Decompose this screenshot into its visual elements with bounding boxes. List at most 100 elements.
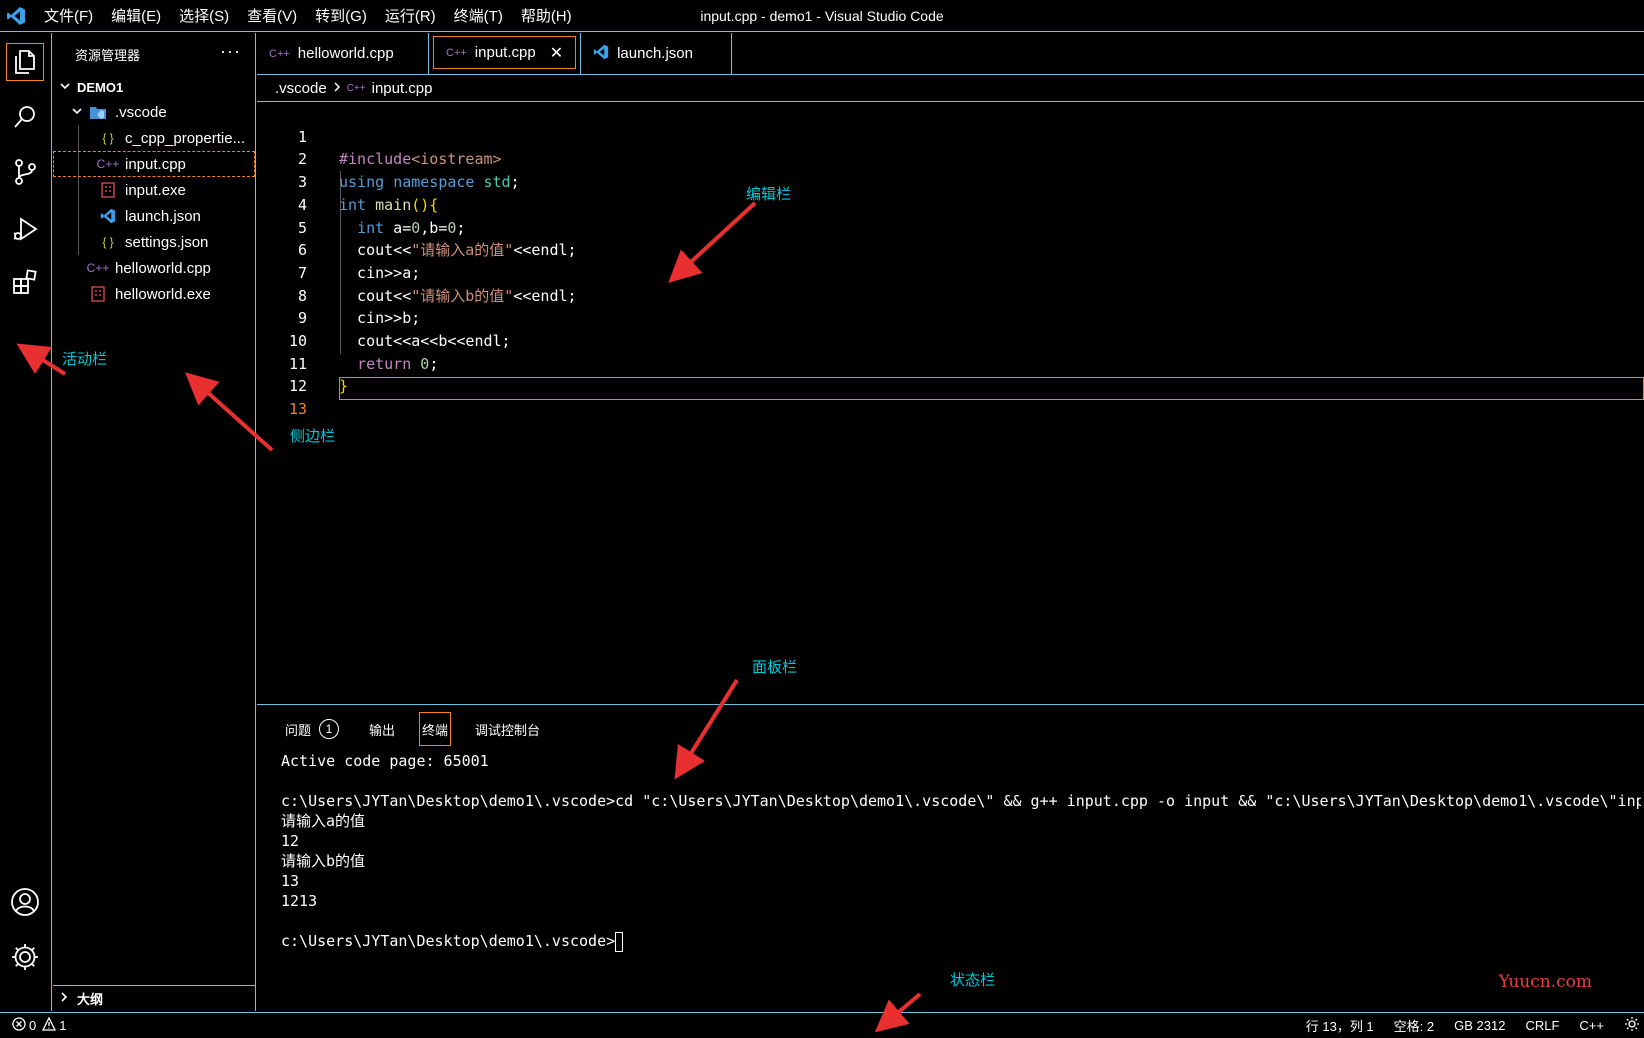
status-bar: 0 1 行 13，列 1 空格: 2 GB 2312 CRLF C++ [0, 1012, 1644, 1038]
account-icon[interactable] [6, 883, 44, 921]
tab-problems[interactable]: 问题 1 [283, 712, 341, 746]
outline-section[interactable]: 大纲 [53, 985, 255, 1011]
problem-count-badge: 1 [319, 719, 340, 739]
chevron-right-icon [59, 991, 69, 1006]
binary-file-icon [99, 181, 117, 199]
more-actions-icon[interactable]: ··· [220, 41, 241, 62]
binary-file-icon [89, 285, 107, 303]
code-text: using namespace std; [339, 173, 520, 192]
tree-item-launch-json[interactable]: launch.json [53, 203, 255, 229]
tree-folder-vscode[interactable]: .vscode [53, 99, 255, 125]
code-text: cout<<a<<b<<endl; [339, 332, 511, 350]
activity-bar [0, 33, 52, 1011]
code-line: 11 } [257, 330, 348, 396]
vscode-icon [99, 207, 117, 225]
tree-item-input-cpp[interactable]: C++ input.cpp [53, 151, 255, 177]
line-number: 13 [288, 400, 307, 419]
tree-item-settings-json[interactable]: { } settings.json [53, 229, 255, 255]
menu-view[interactable]: 查看(V) [247, 5, 297, 26]
code-line: 8 cin>>b; [257, 262, 420, 328]
code-line: 13 [257, 375, 307, 418]
menu-run[interactable]: 运行(R) [385, 5, 436, 26]
workspace-folder[interactable]: DEMO1 [53, 75, 255, 99]
tab-input-cpp[interactable]: C++ input.cpp ✕ [433, 36, 577, 69]
close-icon[interactable]: ✕ [550, 43, 563, 63]
end-of-line[interactable]: CRLF [1525, 1018, 1559, 1033]
panel-tab-label: 问题 [285, 722, 312, 738]
cpp-file-icon: C++ [446, 46, 467, 59]
tab-launch-json[interactable]: launch.json [580, 33, 733, 74]
tree-item-label: input.exe [125, 181, 186, 199]
code-editor[interactable]: 1 #include<iostream> 2 using namespace s… [257, 103, 1644, 703]
menu-selection[interactable]: 选择(S) [179, 5, 229, 26]
tab-helloworld-cpp[interactable]: C++ helloworld.cpp [257, 33, 429, 74]
menu-edit[interactable]: 编辑(E) [111, 5, 161, 26]
explorer-title: 资源管理器 [75, 47, 141, 63]
folder-label: DEMO1 [77, 79, 124, 95]
chevron-down-icon [71, 104, 83, 121]
tree-item-label: c_cpp_propertie... [125, 129, 246, 147]
editor-tab-bar: C++ helloworld.cpp C++ input.cpp ✕ launc… [257, 33, 1644, 75]
terminal-output[interactable]: Active code page: 65001 c:\Users\JYTan\De… [281, 751, 1641, 1006]
sidebar-explorer: 资源管理器 ··· DEMO1 .vscode { } c_cpp_proper… [53, 33, 256, 1011]
terminal-line: 12 [281, 832, 300, 850]
cursor-position[interactable]: 行 13，列 1 [1306, 1016, 1374, 1035]
terminal-line: 13 [281, 872, 300, 890]
chevron-right-icon [333, 80, 341, 97]
code-line: 9 cout<<a<<b<<endl; [257, 285, 511, 350]
explorer-header: 资源管理器 ··· [53, 33, 255, 75]
terminal-line: Active code page: 65001 [281, 752, 489, 770]
breadcrumb-folder[interactable]: .vscode [275, 80, 327, 97]
problems-status[interactable]: 0 1 [0, 1016, 66, 1034]
tree-item-input-exe[interactable]: input.exe [53, 177, 255, 203]
tree-item-c-cpp-properties[interactable]: { } c_cpp_propertie... [53, 125, 255, 151]
tab-terminal[interactable]: 终端 [419, 712, 452, 746]
search-icon[interactable] [6, 98, 44, 136]
extensions-icon[interactable] [6, 263, 44, 301]
run-debug-icon[interactable] [6, 210, 44, 248]
tree-item-helloworld-cpp[interactable]: C++ helloworld.cpp [53, 255, 255, 281]
cpp-file-icon: C++ [269, 47, 290, 60]
bottom-panel: 问题 1 输出 终端 调试控制台 Active code page: 65001… [257, 704, 1644, 1011]
encoding[interactable]: GB 2312 [1454, 1018, 1505, 1033]
source-control-icon[interactable] [6, 153, 44, 191]
menu-go[interactable]: 转到(G) [315, 5, 367, 26]
settings-gear-icon[interactable] [6, 938, 44, 976]
error-icon [12, 1017, 26, 1034]
annotation-panel: 面板栏 [752, 659, 798, 676]
code-line: 10 return 0; [257, 307, 438, 373]
menu-help[interactable]: 帮助(H) [521, 5, 572, 26]
terminal-prompt: c:\Users\JYTan\Desktop\demo1\.vscode> [281, 932, 616, 950]
code-text: cin>>b; [339, 309, 421, 328]
terminal-cursor [615, 931, 624, 952]
cpp-file-icon: C++ [96, 157, 120, 171]
error-count: 0 [29, 1018, 37, 1033]
tab-output[interactable]: 输出 [367, 712, 397, 746]
code-line: 3 int main(){ [257, 148, 438, 214]
feedback-icon[interactable] [1624, 1016, 1640, 1035]
terminal-line: 请输入b的值 [281, 852, 366, 870]
annotation-editor: 编辑栏 [746, 186, 792, 203]
breadcrumb: .vscode C++ input.cpp [257, 76, 1644, 102]
warning-icon [42, 1016, 57, 1034]
tree-item-label: launch.json [125, 207, 201, 225]
tree-item-helloworld-exe[interactable]: helloworld.exe [53, 281, 255, 307]
indentation[interactable]: 空格: 2 [1394, 1016, 1434, 1035]
code-text: #include<iostream> [339, 150, 502, 169]
vscode-folder-icon [89, 103, 107, 121]
language-mode[interactable]: C++ [1579, 1018, 1604, 1033]
code-text: cin>>a; [339, 263, 421, 282]
explorer-icon[interactable] [6, 43, 44, 81]
json-icon: { } [102, 131, 114, 145]
menu-terminal[interactable]: 终端(T) [454, 5, 503, 26]
annotation-activity-bar: 活动栏 [62, 351, 108, 368]
menu-file[interactable]: 文件(F) [44, 5, 93, 26]
terminal-line: 请输入a的值 [281, 812, 366, 830]
breadcrumb-file[interactable]: input.cpp [372, 80, 433, 97]
tab-label: helloworld.cpp [297, 45, 394, 62]
terminal-line: c:\Users\JYTan\Desktop\demo1\.vscode>cd … [281, 792, 1641, 810]
tree-item-label: helloworld.exe [115, 285, 211, 303]
status-right-group: 行 13，列 1 空格: 2 GB 2312 CRLF C++ [1306, 1013, 1644, 1038]
outline-label: 大纲 [77, 992, 104, 1007]
tab-debug-console[interactable]: 调试控制台 [473, 712, 542, 746]
